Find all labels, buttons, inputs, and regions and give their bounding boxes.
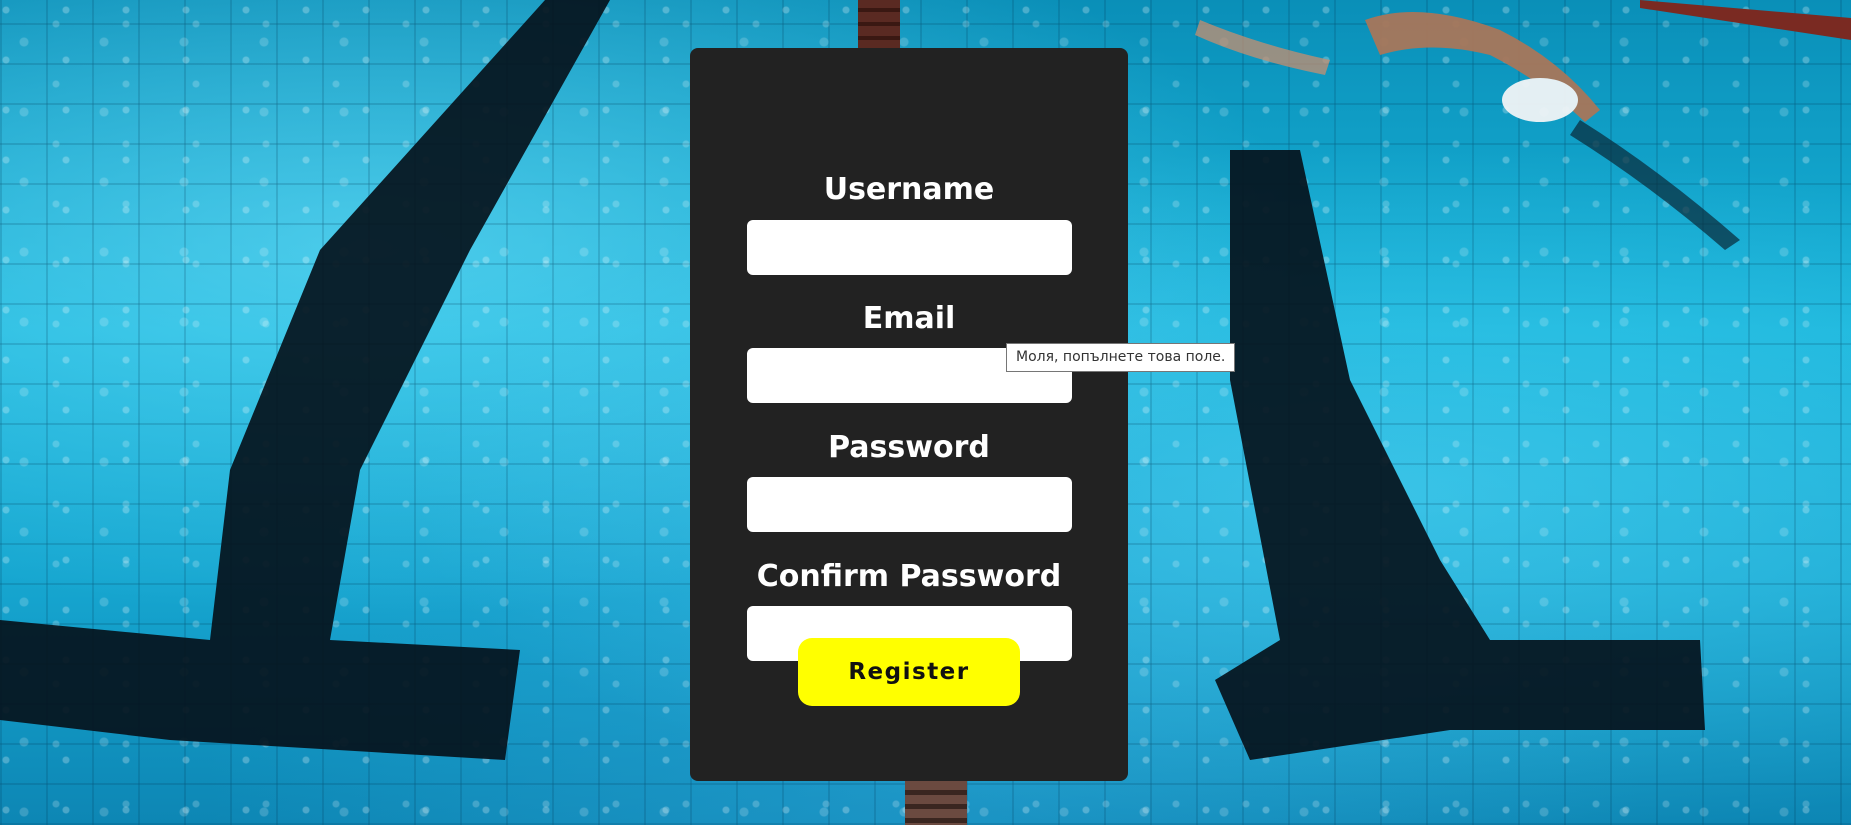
email-label: Email xyxy=(862,301,956,336)
password-label: Password xyxy=(828,430,990,465)
right-lane-line xyxy=(1215,150,1705,760)
register-form-panel: Username Email Password Confirm Password… xyxy=(690,48,1128,781)
lane-rope-right xyxy=(1640,0,1851,40)
validation-tooltip: Моля, попълнете това поле. xyxy=(1006,343,1236,372)
username-input[interactable] xyxy=(747,220,1072,275)
confirm-password-label: Confirm Password xyxy=(756,559,1062,594)
password-input[interactable] xyxy=(747,477,1072,532)
left-lane-line xyxy=(0,0,610,760)
register-button[interactable]: Register xyxy=(798,638,1020,706)
username-label: Username xyxy=(823,172,995,207)
